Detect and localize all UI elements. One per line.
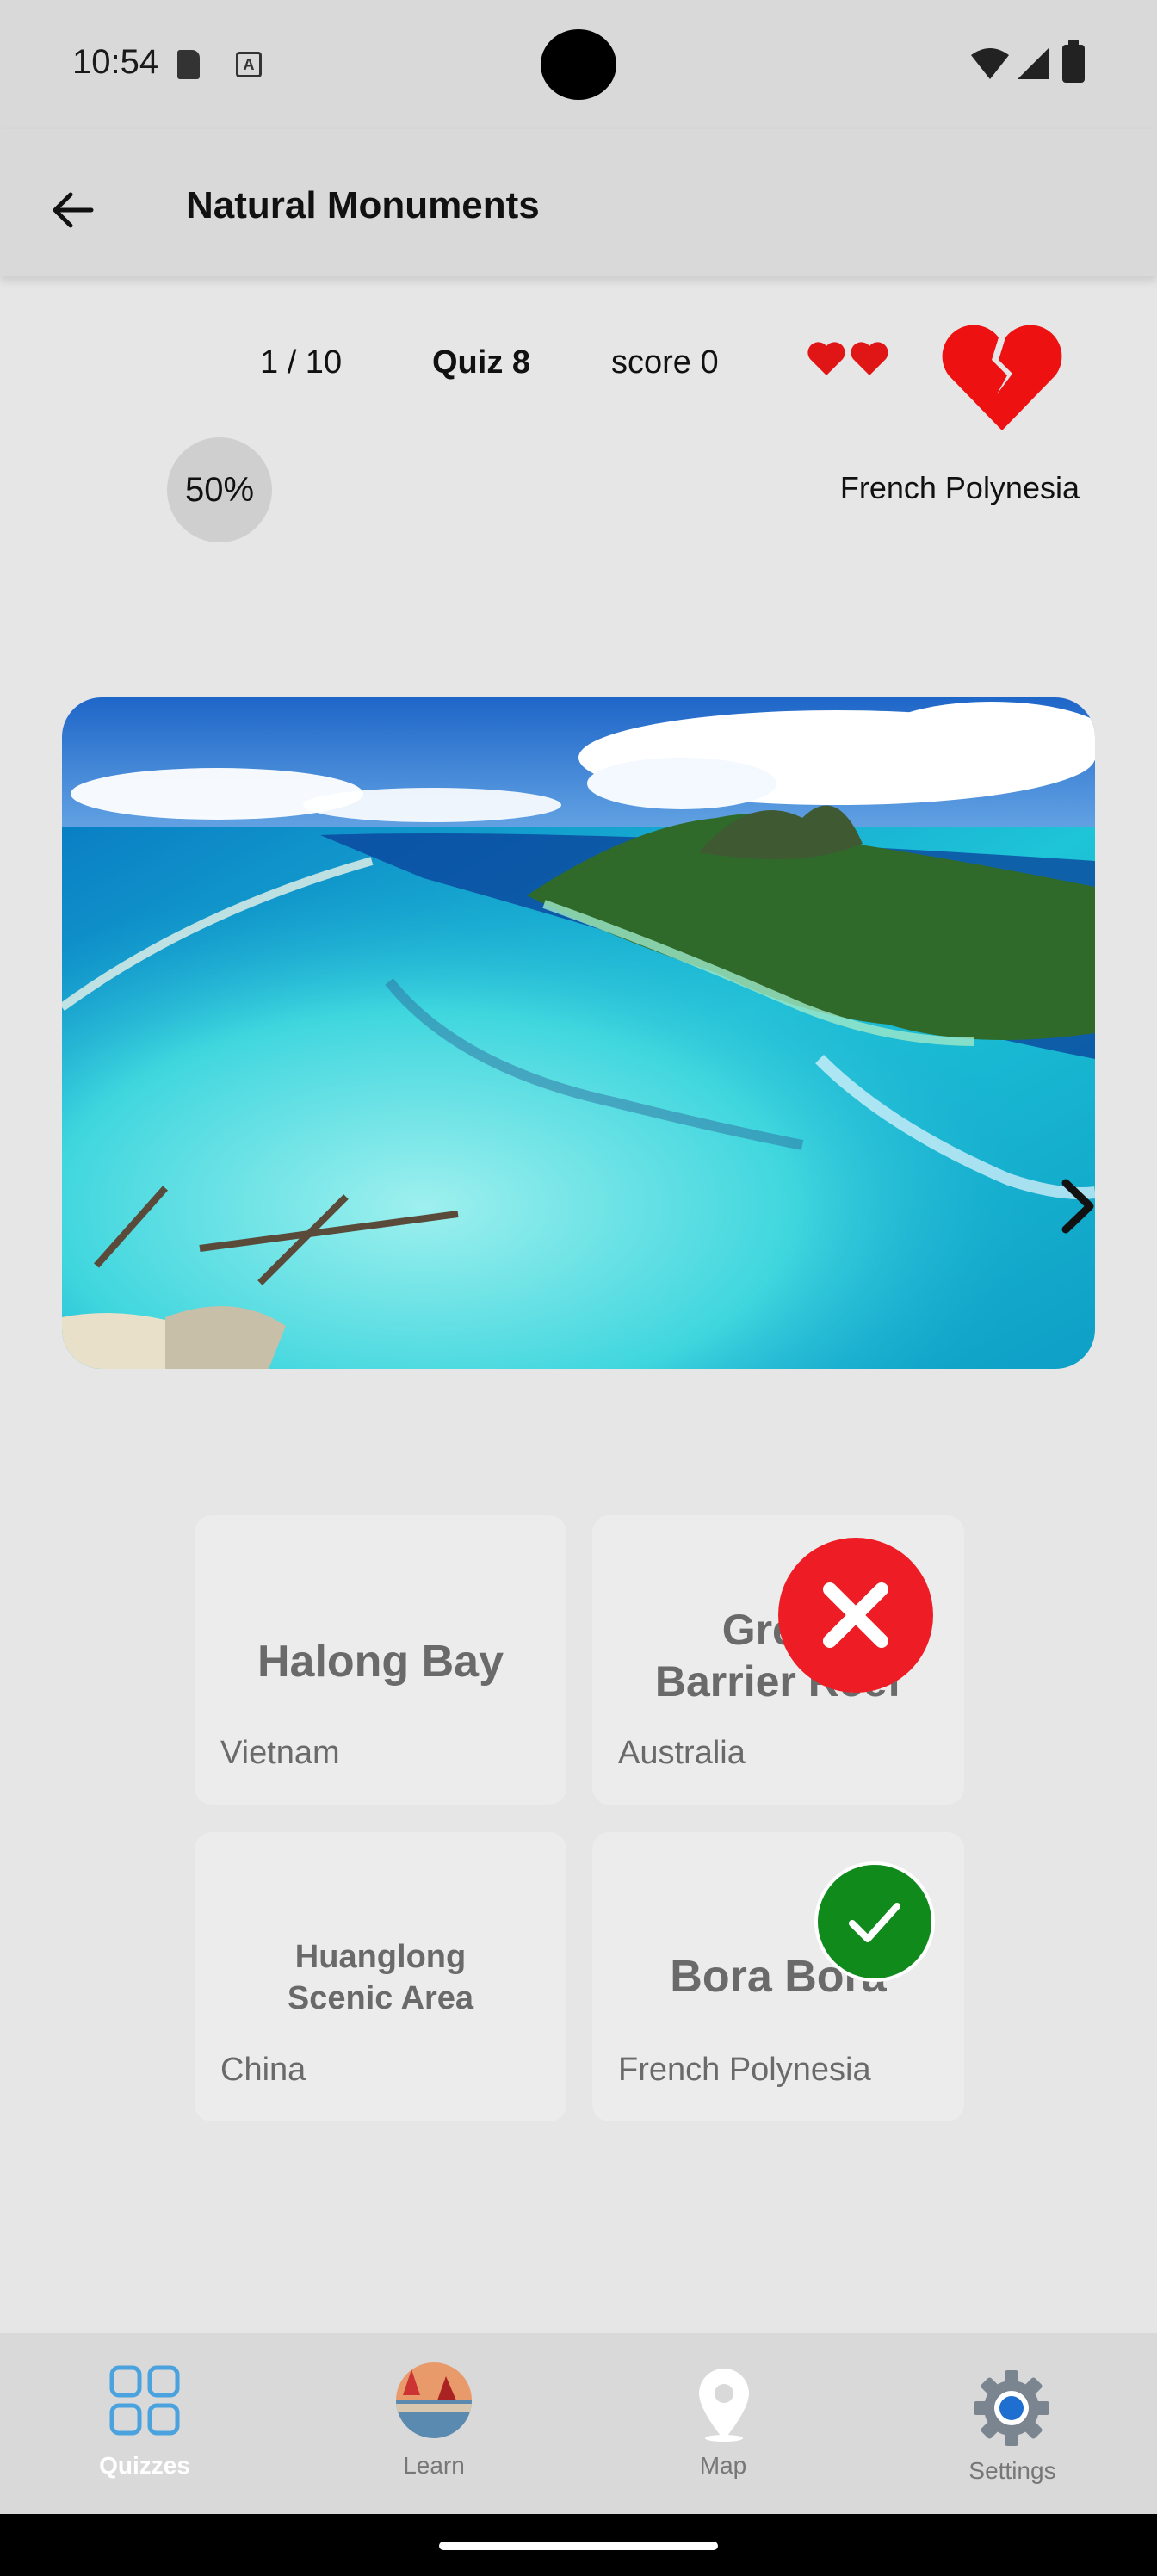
- grid-icon: [109, 2365, 180, 2436]
- battery-icon: [1062, 40, 1085, 83]
- page-title: Natural Monuments: [186, 184, 540, 226]
- quiz-progress: 1 / 10: [260, 344, 343, 381]
- nav-item-map[interactable]: Map: [578, 2333, 868, 2514]
- next-image-arrow[interactable]: [1054, 1176, 1100, 1236]
- nav-item-settings[interactable]: Settings: [868, 2333, 1157, 2514]
- sd-card-icon: [177, 50, 200, 79]
- camera-cutout: [541, 29, 616, 100]
- home-indicator[interactable]: [439, 2542, 718, 2550]
- photo-illustration: [62, 697, 1095, 1369]
- correct-answer-icon: [814, 1861, 935, 1982]
- map-pin-icon: [699, 2369, 749, 2442]
- percent-badge[interactable]: 50%: [167, 437, 272, 542]
- nav-item-quizzes[interactable]: Quizzes: [0, 2333, 289, 2514]
- app-bar: Natural Monuments: [0, 129, 1157, 276]
- signal-icon: [1018, 48, 1049, 79]
- quiz-name: Quiz 8: [432, 344, 531, 381]
- learn-avatar-icon: [396, 2362, 472, 2438]
- country-hint: French Polynesia: [839, 470, 1080, 505]
- answer-country: Vietnam: [220, 1735, 340, 1771]
- answer-name: Halong Bay: [257, 1637, 504, 1687]
- nav-label-quizzes: Quizzes: [99, 2452, 190, 2479]
- wrong-answer-icon: [778, 1538, 933, 1693]
- status-time: 10:54: [72, 43, 159, 81]
- back-button[interactable]: [38, 176, 107, 245]
- wifi-icon: [971, 48, 1009, 79]
- font-icon: A: [236, 52, 262, 77]
- quiz-photo: [62, 697, 1095, 1369]
- life-heart-icon: [807, 342, 845, 375]
- answer-country: French Polynesia: [618, 2052, 871, 2088]
- nav-item-learn[interactable]: Learn: [289, 2333, 578, 2514]
- quiz-score: score 0: [611, 344, 719, 381]
- answer-name-line1: Huanglong: [294, 1939, 467, 1975]
- nav-label-learn: Learn: [403, 2452, 465, 2479]
- arrow-left-icon: [53, 192, 94, 228]
- broken-heart-icon: [942, 325, 1062, 430]
- answer-card-halong-bay[interactable]: Halong Bay Vietnam: [195, 1515, 566, 1805]
- nav-label-settings: Settings: [968, 2457, 1056, 2484]
- answer-card-huanglong[interactable]: Huanglong Scenic Area China: [195, 1832, 566, 2121]
- answer-country: Australia: [618, 1735, 746, 1771]
- lives-indicator: [806, 339, 890, 377]
- status-bar: 10:54 A: [0, 0, 1157, 129]
- answer-name-line2: Scenic Area: [287, 1980, 474, 2016]
- answer-country: China: [220, 2052, 306, 2088]
- life-heart-icon: [851, 342, 888, 375]
- bottom-nav: Quizzes Learn Map Settings: [0, 2333, 1157, 2514]
- gear-icon: [974, 2370, 1049, 2446]
- nav-label-map: Map: [699, 2452, 747, 2479]
